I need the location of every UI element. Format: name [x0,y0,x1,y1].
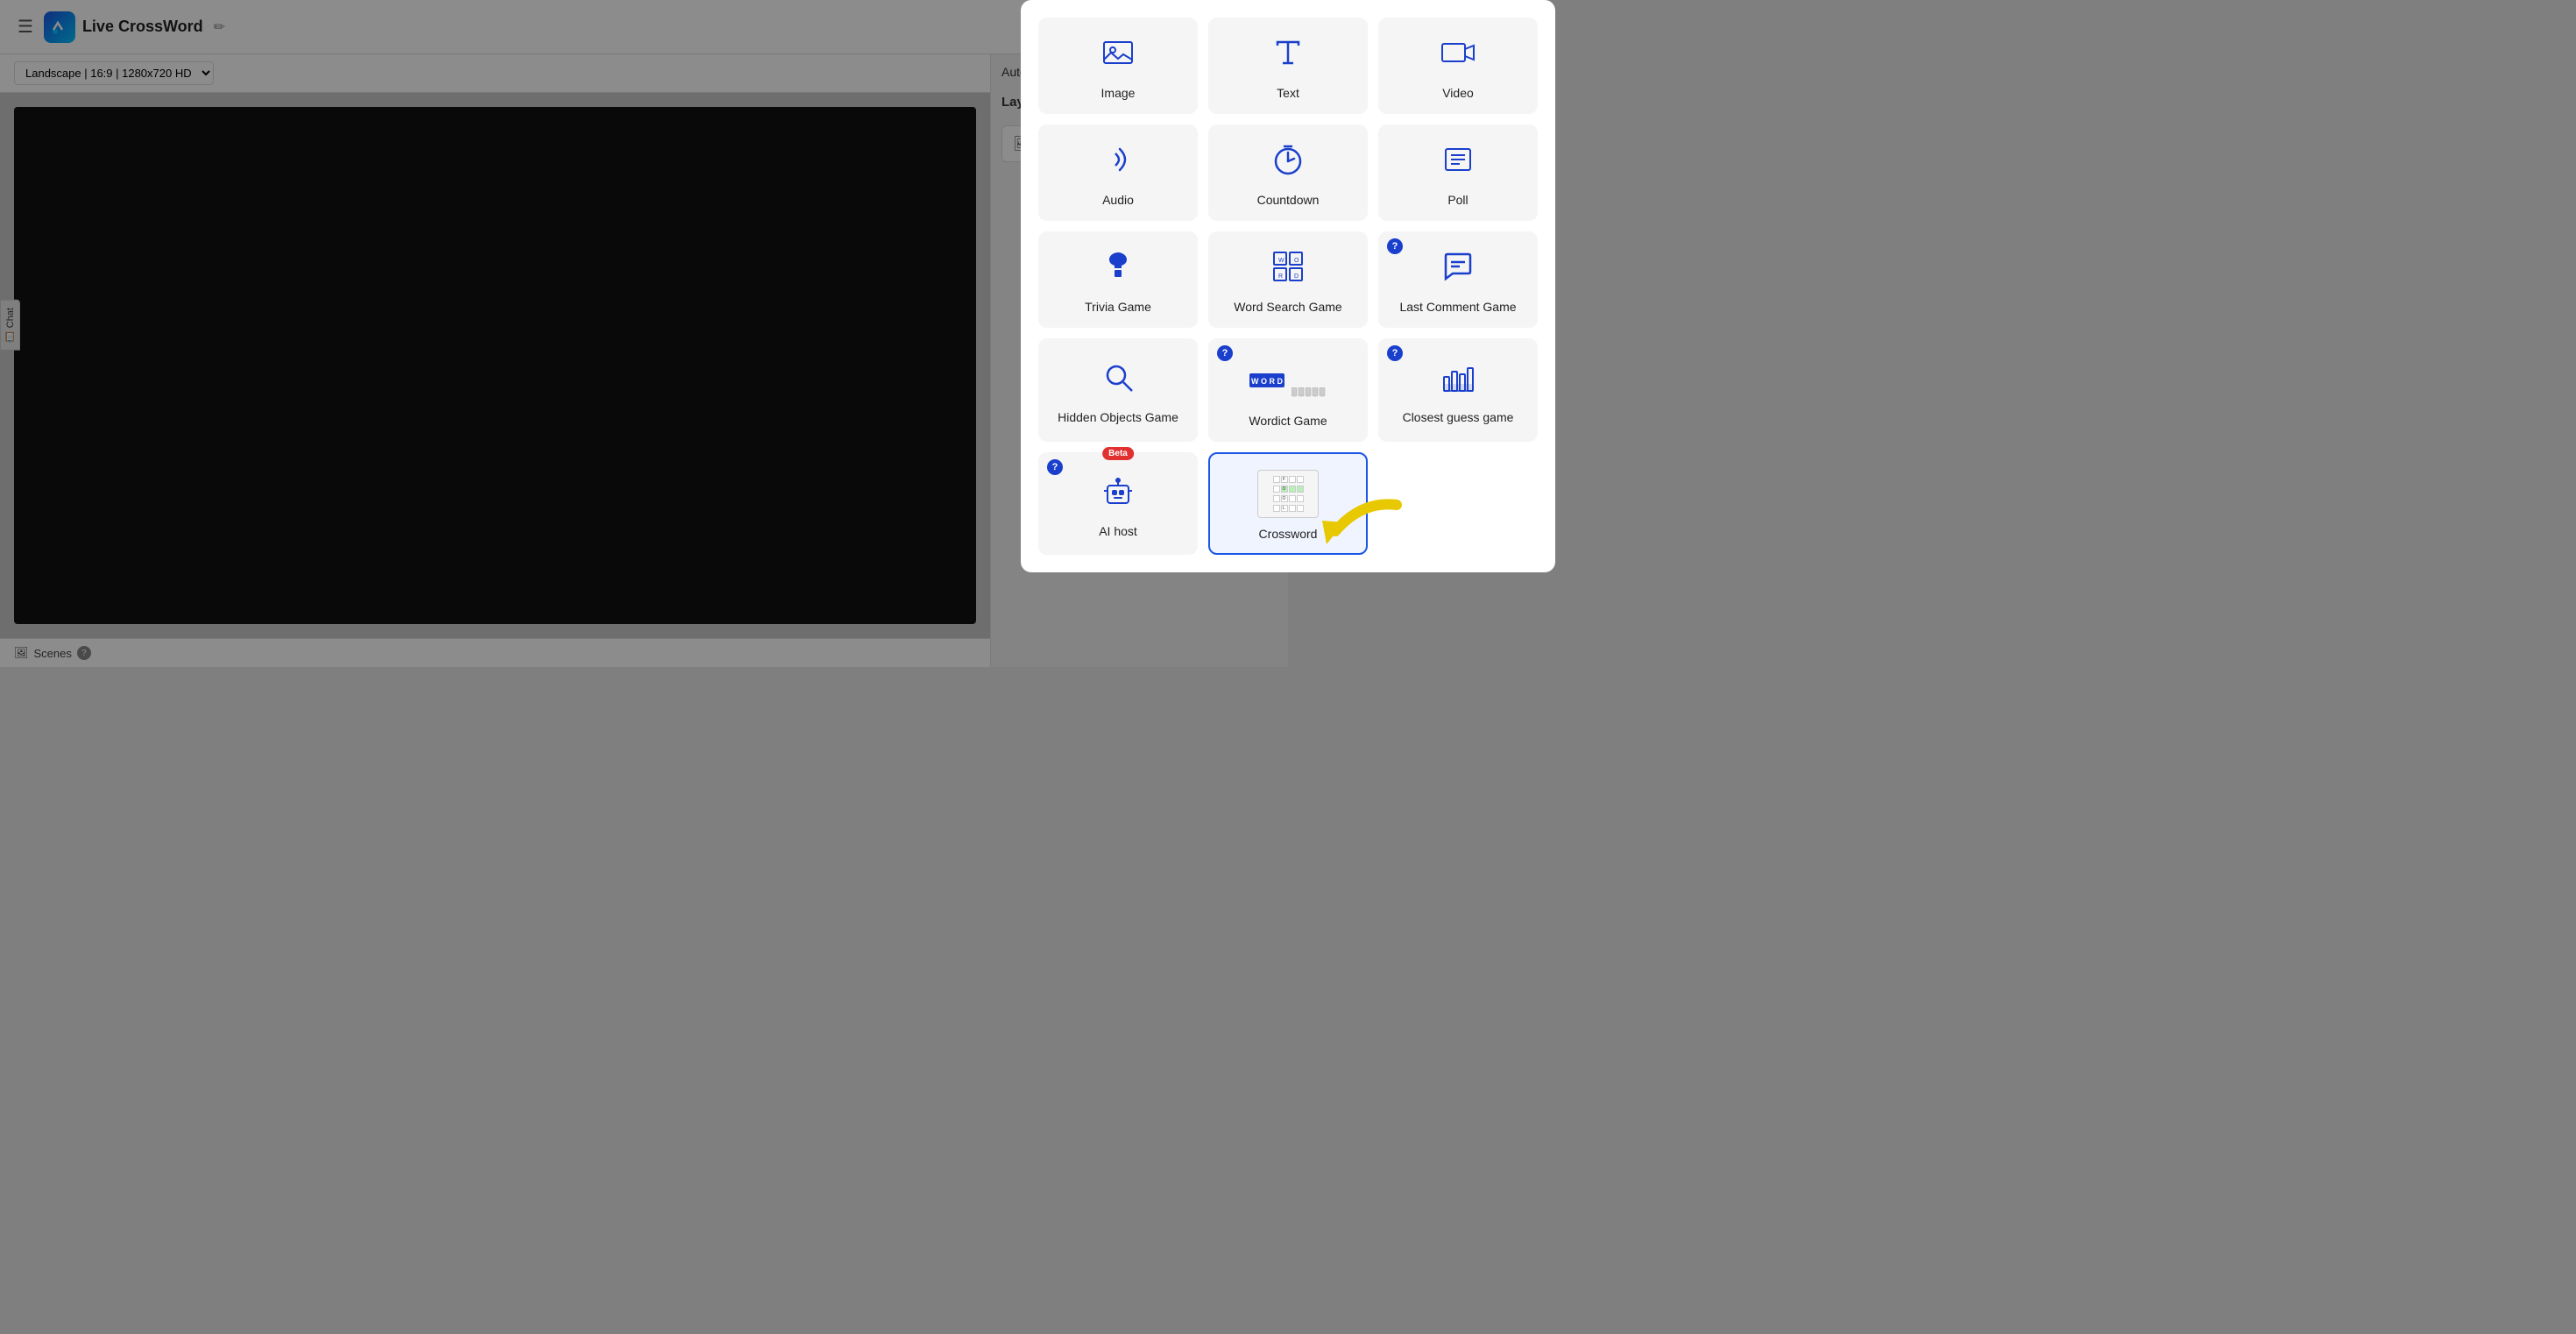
audio-label: Audio [1102,193,1134,207]
closestguess-help-badge: ? [1387,345,1403,361]
aihost-help-badge: ? [1047,459,1063,475]
countdown-icon [1270,142,1306,184]
video-label: Video [1442,86,1474,100]
grid-item-aihost[interactable]: ? Beta AI host [1038,452,1198,555]
countdown-label: Countdown [1257,193,1320,207]
grid-item-text[interactable]: Text [1208,18,1368,114]
image-icon [1100,35,1136,77]
svg-text:W: W [1278,258,1284,264]
grid-item-wordsearch[interactable]: W O R D Word Search Game [1208,231,1368,328]
wordict-label: Wordict Game [1249,414,1327,428]
grid-item-lastcomment[interactable]: ? Last Comment Game [1378,231,1538,328]
crossword-icon: F O O [1257,470,1319,518]
aihost-beta-badge: Beta [1102,447,1134,460]
grid-item-trivia[interactable]: Trivia Game [1038,231,1198,328]
audio-icon [1100,142,1136,184]
items-grid: Image Text [1038,18,1538,555]
aihost-label: AI host [1099,524,1137,538]
poll-icon [1440,142,1476,184]
svg-text:D: D [1294,273,1299,280]
grid-item-video[interactable]: Video [1378,18,1538,114]
grid-item-poll[interactable]: Poll [1378,124,1538,221]
grid-item-wordict[interactable]: ? W O R D I C T Wordict Game [1208,338,1368,442]
wordict-icon: W O R D I C T [1249,356,1327,405]
arrow-decoration [1318,496,1414,562]
image-label: Image [1101,86,1136,100]
grid-item-countdown[interactable]: Countdown [1208,124,1368,221]
hiddenobjects-label: Hidden Objects Game [1058,410,1178,424]
closestguess-icon [1440,359,1476,401]
video-icon [1440,35,1476,77]
aihost-icon [1100,473,1136,515]
svg-text:O: O [1294,258,1299,264]
lastcomment-help-badge: ? [1387,238,1403,254]
grid-item-hiddenobjects[interactable]: Hidden Objects Game [1038,338,1198,442]
text-label: Text [1277,86,1299,100]
wordsearch-icon: W O R D [1270,249,1306,291]
hiddenobjects-icon [1100,359,1136,401]
lastcomment-label: Last Comment Game [1399,300,1516,314]
svg-text:W O R D I C T: W O R D I C T [1251,377,1284,386]
text-icon [1270,35,1306,77]
grid-item-crossword[interactable]: F O O [1208,452,1368,555]
modal-dialog: Image Text [1021,0,1555,572]
grid-item-audio[interactable]: Audio [1038,124,1198,221]
svg-text:R: R [1278,273,1283,280]
closestguess-label: Closest guess game [1403,410,1514,424]
trivia-label: Trivia Game [1085,300,1151,314]
lastcomment-icon [1440,249,1476,291]
modal-overlay[interactable]: Image Text [0,0,2576,1334]
poll-label: Poll [1447,193,1468,207]
wordict-help-badge: ? [1217,345,1233,361]
trivia-icon [1100,249,1136,291]
grid-item-closestguess[interactable]: ? Closest guess game [1378,338,1538,442]
wordsearch-label: Word Search Game [1234,300,1341,314]
crossword-label: Crossword [1259,527,1318,541]
grid-item-image[interactable]: Image [1038,18,1198,114]
